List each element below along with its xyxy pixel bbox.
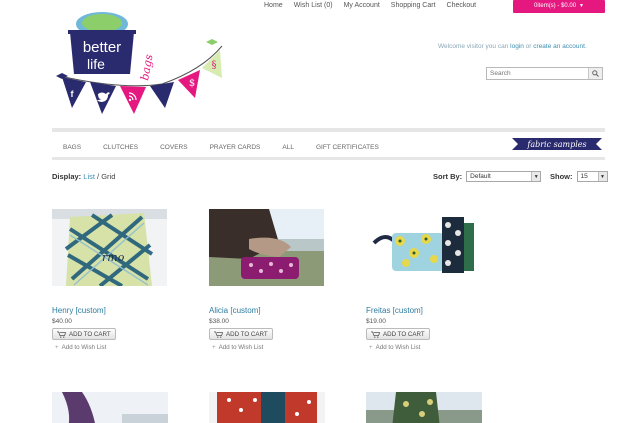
wish-list-label: Add to Wish List — [61, 344, 107, 351]
product-price: $40.00 — [52, 318, 72, 325]
list-view-link[interactable]: List — [83, 172, 95, 181]
logo-word-life: life — [87, 56, 105, 72]
add-to-wish-list-link[interactable]: + Add to Wish List — [52, 344, 168, 351]
add-to-cart-button[interactable]: ADD TO CART — [209, 328, 273, 340]
search-box — [486, 67, 603, 80]
product-image[interactable] — [52, 392, 168, 423]
product-image[interactable] — [366, 209, 481, 286]
search-icon — [592, 70, 600, 77]
checkout-link[interactable]: Checkout — [447, 2, 477, 9]
plus-icon: + — [212, 344, 216, 351]
display-label: Display: — [52, 172, 82, 181]
nav-prayer-cards[interactable]: PRAYER CARDS — [199, 144, 272, 151]
grid-view-link[interactable]: Grid — [101, 172, 115, 181]
show-label: Show: — [550, 172, 573, 181]
plus-icon: + — [369, 344, 373, 351]
display-mode: Display: List / Grid — [52, 172, 115, 181]
product-name-link[interactable]: Alicia [custom] — [209, 306, 325, 315]
svg-text:rmo: rmo — [102, 251, 125, 264]
add-to-cart-label: ADD TO CART — [383, 330, 425, 338]
logo-word-better: better — [83, 39, 121, 56]
add-to-cart-label: ADD TO CART — [69, 330, 111, 338]
sort-by: Sort By: Default ▼ — [433, 171, 542, 182]
product-card: Freitas [custom] $19.00 ADD TO CART + Add… — [366, 209, 482, 351]
nav-covers[interactable]: COVERS — [149, 144, 198, 151]
cart-summary-label: 0item(s) - $0.00 — [534, 3, 577, 9]
sort-by-select[interactable]: Default ▼ — [466, 171, 542, 182]
home-link[interactable]: Home — [264, 2, 283, 9]
cart-icon — [371, 331, 380, 338]
product-card: Alicia [custom] $38.00 ADD TO CART + Add … — [209, 209, 325, 351]
nav-bottom-divider — [52, 157, 605, 160]
nav-top-divider — [52, 128, 605, 132]
rss-icon — [128, 98, 132, 102]
login-link[interactable]: login — [510, 43, 524, 50]
show-count: Show: 15 ▼ — [550, 171, 608, 182]
fabric-samples-banner[interactable]: fabric samples — [512, 136, 602, 152]
product-image[interactable]: rmo — [52, 209, 167, 286]
create-account-link[interactable]: create an account — [533, 43, 585, 50]
product-image[interactable] — [209, 209, 324, 286]
my-account-link[interactable]: My Account — [344, 2, 380, 9]
logo-word-bags: bags — [138, 53, 155, 81]
welcome-text: Welcome visitor you can — [438, 43, 511, 50]
wish-list-label: Add to Wish List — [375, 344, 421, 351]
plus-icon: + — [55, 344, 59, 351]
product-image[interactable] — [209, 392, 325, 423]
search-input[interactable] — [487, 68, 589, 79]
cart-icon — [57, 331, 66, 338]
top-links: Home Wish List (0) My Account Shopping C… — [264, 2, 487, 9]
sort-by-label: Sort By: — [433, 172, 463, 181]
search-button[interactable] — [588, 68, 602, 79]
sort-by-value: Default — [470, 173, 491, 180]
wish-list-link[interactable]: Wish List (0) — [294, 2, 333, 9]
product-price: $38.00 — [209, 318, 229, 325]
add-to-wish-list-link[interactable]: + Add to Wish List — [209, 344, 325, 351]
nav-all[interactable]: ALL — [271, 144, 305, 151]
nav-gift-certificates[interactable]: GIFT CERTIFICATES — [305, 144, 390, 151]
product-card: rmo Henry [custom] $40.00 ADD TO CART + A… — [52, 209, 168, 351]
nav-bags[interactable]: BAGS — [52, 144, 92, 151]
show-count-select[interactable]: 15 ▼ — [576, 171, 608, 182]
cart-icon — [214, 331, 223, 338]
wish-list-label: Add to Wish List — [218, 344, 264, 351]
add-to-cart-label: ADD TO CART — [226, 330, 268, 338]
add-to-wish-list-link[interactable]: + Add to Wish List — [366, 344, 482, 351]
product-price: $19.00 — [366, 318, 386, 325]
product-name-link[interactable]: Henry [custom] — [52, 306, 168, 315]
welcome-period: . — [584, 43, 587, 50]
chevron-down-icon: ▼ — [579, 3, 584, 9]
welcome-message: Welcome visitor you can login or create … — [438, 43, 587, 50]
chevron-down-icon: ▼ — [531, 172, 541, 181]
welcome-or: or — [523, 43, 534, 50]
dollar-icon: $ — [189, 78, 195, 89]
svg-text:§: § — [212, 60, 217, 71]
nav-clutches[interactable]: CLUTCHES — [92, 144, 149, 151]
fabric-samples-label: fabric samples — [526, 140, 586, 149]
cart-summary-button[interactable]: 0item(s) - $0.00 ▼ — [513, 0, 605, 13]
add-to-cart-button[interactable]: ADD TO CART — [366, 328, 430, 340]
show-count-value: 15 — [580, 173, 588, 180]
shopping-cart-link[interactable]: Shopping Cart — [391, 2, 436, 9]
product-image[interactable] — [366, 392, 482, 423]
product-name-link[interactable]: Freitas [custom] — [366, 306, 482, 315]
better-life-bags-logo[interactable]: better life bags f $ § — [52, 10, 242, 122]
chevron-down-icon: ▼ — [597, 172, 607, 181]
add-to-cart-button[interactable]: ADD TO CART — [52, 328, 116, 340]
